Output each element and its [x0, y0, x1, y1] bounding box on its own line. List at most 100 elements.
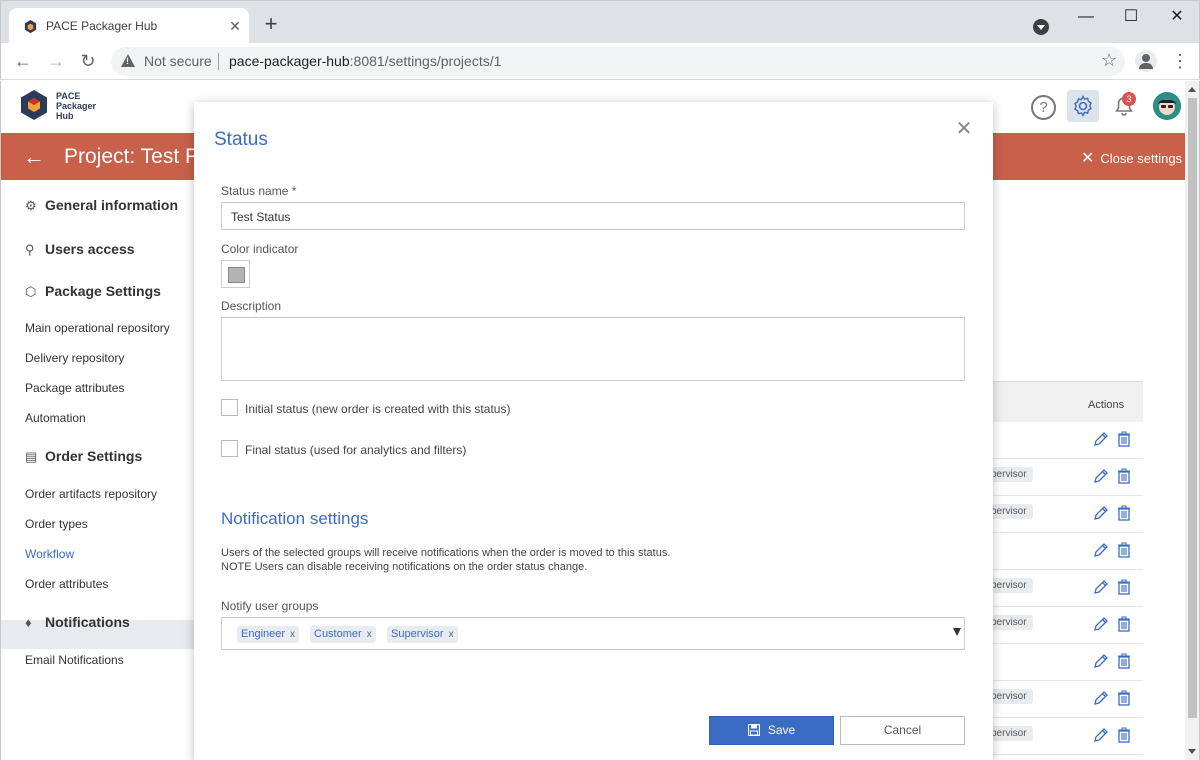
- close-settings-button[interactable]: ✕ Close settings: [1081, 148, 1182, 168]
- description-textarea[interactable]: [221, 317, 965, 381]
- notification-settings-title: Notification settings: [221, 509, 369, 528]
- back-arrow-icon[interactable]: ←: [12, 50, 34, 72]
- notify-user-groups-label: Notify user groups: [221, 599, 319, 613]
- status-name-input[interactable]: Test Status: [221, 202, 965, 230]
- pace-logo-icon[interactable]: [19, 89, 49, 121]
- group-chip-engineer: Engineer x: [237, 626, 300, 643]
- package-icon: ⬡: [25, 284, 37, 299]
- edit-pencil-icon[interactable]: [1093, 653, 1109, 669]
- edit-pencil-icon[interactable]: [1093, 505, 1109, 521]
- page-scrollbar[interactable]: [1185, 81, 1199, 760]
- url-text[interactable]: pace-packager-hub:8081/settings/projects…: [229, 53, 501, 69]
- delete-trash-icon[interactable]: [1117, 468, 1131, 484]
- description-label: Description: [221, 299, 282, 313]
- edit-pencil-icon[interactable]: [1093, 690, 1109, 706]
- window-maximize-button[interactable]: ☐: [1120, 7, 1142, 27]
- delete-trash-icon[interactable]: [1117, 542, 1131, 558]
- initial-status-label[interactable]: Initial status (new order is created wit…: [245, 402, 510, 416]
- sidebar-item-order-types[interactable]: Order types: [25, 517, 88, 531]
- delete-trash-icon[interactable]: [1117, 653, 1131, 669]
- table-header: Actions: [993, 381, 1143, 422]
- pace-favicon-icon: [24, 19, 37, 34]
- notify-user-groups-select[interactable]: Engineer x Customer x Supervisor x: [221, 617, 965, 650]
- table-row: pervisor: [985, 607, 1143, 644]
- scroll-down-arrow-icon[interactable]: [1188, 749, 1196, 754]
- sidebar-item-delivery-repository[interactable]: Delivery repository: [25, 351, 124, 365]
- sidebar-item-order-attributes[interactable]: Order attributes: [25, 577, 108, 591]
- edit-pencil-icon[interactable]: [1093, 579, 1109, 595]
- status-name-label: Status name *: [221, 184, 297, 198]
- logo-text: PACE Packager Hub: [56, 91, 97, 121]
- gear-icon: ⚙: [25, 198, 37, 213]
- delete-trash-icon[interactable]: [1117, 505, 1131, 521]
- table-row: [993, 644, 1143, 681]
- remove-chip-icon[interactable]: x: [290, 629, 295, 640]
- browser-profile-dropdown-icon[interactable]: [1033, 19, 1049, 35]
- sidebar-item-email-notifications[interactable]: Email Notifications: [25, 653, 124, 667]
- sidebar-item-automation[interactable]: Automation: [25, 411, 86, 425]
- sidebar-item-users-access[interactable]: ⚲ Users access: [25, 241, 135, 258]
- warning-icon: [121, 54, 135, 67]
- edit-pencil-icon[interactable]: [1093, 727, 1109, 743]
- initial-status-checkbox[interactable]: [221, 399, 238, 416]
- close-icon: ✕: [1081, 150, 1095, 167]
- delete-trash-icon[interactable]: [1117, 616, 1131, 632]
- group-chip-supervisor: Supervisor x: [387, 626, 458, 643]
- remove-chip-icon[interactable]: x: [449, 629, 454, 640]
- app-viewport: PACE Packager Hub ? 3 ← Project: Test P …: [0, 81, 1200, 760]
- notification-note-line1: Users of the selected groups will receiv…: [221, 547, 671, 559]
- reload-icon[interactable]: ↻: [77, 50, 99, 72]
- sidebar-item-main-operational-repository[interactable]: Main operational repository: [25, 321, 170, 335]
- delete-trash-icon[interactable]: [1117, 727, 1131, 743]
- sidebar-item-general-information[interactable]: ⚙ General information: [25, 197, 178, 214]
- table-row: [993, 422, 1143, 459]
- dropdown-caret-icon[interactable]: [953, 628, 961, 636]
- final-status-label[interactable]: Final status (used for analytics and fil…: [245, 443, 466, 457]
- sidebar-item-package-attributes[interactable]: Package attributes: [25, 381, 124, 395]
- edit-pencil-icon[interactable]: [1093, 468, 1109, 484]
- table-row: pervisor: [985, 718, 1143, 755]
- window-close-button[interactable]: ✕: [1166, 7, 1188, 27]
- cancel-button[interactable]: Cancel: [840, 716, 965, 745]
- color-indicator-label: Color indicator: [221, 242, 299, 256]
- browser-menu-icon[interactable]: ⋮: [1171, 50, 1189, 72]
- scroll-thumb[interactable]: [1188, 98, 1197, 718]
- final-status-checkbox[interactable]: [221, 440, 238, 457]
- bookmark-star-icon[interactable]: ☆: [1101, 50, 1117, 71]
- sidebar-item-workflow[interactable]: Workflow: [25, 547, 74, 561]
- address-divider: [218, 53, 219, 70]
- not-secure-label[interactable]: Not secure: [144, 53, 212, 69]
- edit-pencil-icon[interactable]: [1093, 542, 1109, 558]
- scroll-up-arrow-icon[interactable]: [1188, 87, 1196, 92]
- color-picker-swatch[interactable]: [221, 260, 250, 288]
- edit-pencil-icon[interactable]: [1093, 431, 1109, 447]
- sidebar-section-package-settings[interactable]: ⬡ Package Settings: [25, 283, 161, 300]
- save-button[interactable]: Save: [709, 716, 834, 745]
- sidebar-section-notifications[interactable]: ♦ Notifications: [25, 614, 130, 630]
- table-row: [993, 533, 1143, 570]
- edit-pencil-icon[interactable]: [1093, 616, 1109, 632]
- tab-close-icon[interactable]: ✕: [226, 17, 244, 35]
- clipboard-icon: ▤: [25, 449, 38, 464]
- delete-trash-icon[interactable]: [1117, 579, 1131, 595]
- new-tab-button[interactable]: +: [261, 13, 281, 35]
- sidebar-section-order-settings[interactable]: ▤ Order Settings: [25, 448, 142, 465]
- window-minimize-button[interactable]: —: [1075, 7, 1097, 27]
- delete-trash-icon[interactable]: [1117, 690, 1131, 706]
- remove-chip-icon[interactable]: x: [367, 629, 372, 640]
- user-avatar[interactable]: [1153, 92, 1181, 120]
- dialog-close-icon[interactable]: ✕: [954, 119, 974, 139]
- browser-tab[interactable]: PACE Packager Hub ✕: [9, 8, 249, 44]
- notification-note-line2: NOTE Users can disable receiving notific…: [221, 561, 588, 573]
- address-bar[interactable]: Not secure pace-packager-hub:8081/settin…: [111, 47, 1125, 76]
- status-dialog: Status ✕ Status name * Test Status Color…: [194, 102, 993, 760]
- back-arrow-icon[interactable]: ←: [23, 144, 45, 170]
- settings-gear-icon[interactable]: [1067, 90, 1099, 122]
- account-icon[interactable]: [1135, 50, 1157, 72]
- floppy-disk-icon: [747, 724, 760, 736]
- help-icon[interactable]: ?: [1031, 95, 1056, 120]
- forward-arrow-icon[interactable]: →: [45, 50, 67, 72]
- delete-trash-icon[interactable]: [1117, 431, 1131, 447]
- sidebar-item-order-artifacts-repository[interactable]: Order artifacts repository: [25, 487, 157, 501]
- table-row: pervisor: [985, 459, 1143, 496]
